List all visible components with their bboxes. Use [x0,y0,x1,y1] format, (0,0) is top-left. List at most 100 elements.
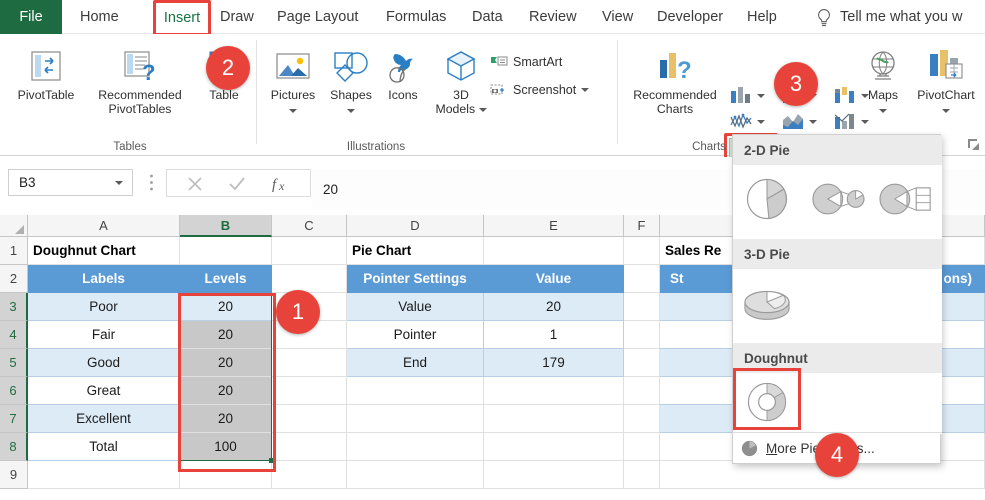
column-chart-button[interactable] [729,84,767,108]
pivottable-button[interactable]: PivotTable [8,48,84,102]
recommended-charts-button[interactable]: ? Recommended Charts [624,48,726,116]
cancel-x-icon[interactable] [185,174,205,194]
shapes-dropdown-caret[interactable] [347,109,355,114]
tell-me-search-box[interactable]: Tell me what you w [840,0,985,34]
bar-of-pie-chart-option[interactable] [875,173,937,227]
surface-chart-dropdown-caret[interactable] [861,120,869,124]
pictures-button[interactable]: Pictures [262,48,324,116]
cell-d1-pie-title[interactable]: Pie Chart [347,237,484,265]
cell-a1-doughnut-title[interactable]: Doughnut Chart [28,237,180,265]
cell-c2[interactable] [272,265,347,293]
row-header-7[interactable]: 7 [0,405,28,433]
cell-f1[interactable] [624,237,660,265]
cell-b3[interactable]: 20 [180,293,272,321]
tab-help[interactable]: Help [745,0,779,34]
cell-a4[interactable]: Fair [28,321,180,349]
fill-handle[interactable] [269,458,274,463]
area-chart-button[interactable] [781,110,819,134]
cell-f8[interactable] [624,433,660,461]
cell-b8[interactable]: 100 [180,433,272,461]
cell-d6[interactable] [347,377,484,405]
cell-d7[interactable] [347,405,484,433]
tab-developer[interactable]: Developer [655,0,725,34]
shapes-button[interactable]: Shapes [322,48,380,116]
select-all-corner[interactable] [0,215,28,237]
screenshot-dropdown-caret[interactable] [581,88,590,92]
cell-a3[interactable]: Poor [28,293,180,321]
cell-a8[interactable]: Total [28,433,180,461]
column-header-f[interactable]: F [624,215,660,237]
tab-formulas[interactable]: Formulas [384,0,448,34]
cell-b1[interactable] [180,237,272,265]
3d-models-button[interactable]: 3D Models [428,48,494,116]
icons-button[interactable]: Icons [378,48,428,102]
cell-b5[interactable]: 20 [180,349,272,377]
charts-dialog-launcher-icon[interactable] [967,138,981,152]
column-header-a[interactable]: A [28,215,180,237]
cell-e8[interactable] [484,433,624,461]
name-box-dropdown-caret[interactable] [115,181,123,185]
row-header-8[interactable]: 8 [0,433,28,461]
row-header-2[interactable]: 2 [0,265,28,293]
cell-b6[interactable]: 20 [180,377,272,405]
column-header-c[interactable]: C [272,215,347,237]
cell-e6[interactable] [484,377,624,405]
row-header-3[interactable]: 3 [0,293,28,321]
cell-b2-header-levels[interactable]: Levels [180,265,272,293]
maps-button[interactable]: Maps [856,48,910,116]
cell-e3[interactable]: 20 [484,293,624,321]
3d-models-dropdown-caret[interactable] [478,107,487,112]
cell-b4[interactable]: 20 [180,321,272,349]
cell-e9[interactable] [484,461,624,489]
cell-d2-header-pointer-settings[interactable]: Pointer Settings [347,265,484,293]
tab-view[interactable]: View [600,0,635,34]
maps-dropdown-caret[interactable] [879,109,887,114]
confirm-check-icon[interactable] [227,174,247,194]
line-chart-button[interactable] [729,110,767,134]
tab-review[interactable]: Review [527,0,579,34]
pivotchart-dropdown-caret[interactable] [942,109,950,114]
cell-a5[interactable]: Good [28,349,180,377]
cell-c5[interactable] [272,349,347,377]
cell-d5[interactable]: End [347,349,484,377]
screenshot-button[interactable]: Screenshot [490,82,590,98]
pictures-dropdown-caret[interactable] [289,109,297,114]
cell-a9[interactable] [28,461,180,489]
cell-f2[interactable] [624,265,660,293]
3d-pie-chart-option[interactable] [739,279,801,333]
cell-a2-header-labels[interactable]: Labels [28,265,180,293]
cell-e4[interactable]: 1 [484,321,624,349]
row-header-4[interactable]: 4 [0,321,28,349]
cell-e1[interactable] [484,237,624,265]
tab-insert[interactable]: Insert [156,1,208,34]
name-box[interactable]: B3 [8,169,133,196]
recommended-pivottables-button[interactable]: ? Recommended PivotTables [86,48,194,116]
row-header-5[interactable]: 5 [0,349,28,377]
line-chart-dropdown-caret[interactable] [757,120,765,124]
smartart-button[interactable]: SmartArt [490,54,562,70]
pie-of-pie-chart-option[interactable] [807,173,869,227]
area-chart-dropdown-caret[interactable] [809,120,817,124]
cell-c7[interactable] [272,405,347,433]
column-header-e[interactable]: E [484,215,624,237]
cell-d8[interactable] [347,433,484,461]
cell-f7[interactable] [624,405,660,433]
cell-f5[interactable] [624,349,660,377]
tab-data[interactable]: Data [470,0,505,34]
fx-icon[interactable]: f x [271,174,295,194]
cell-f3[interactable] [624,293,660,321]
cell-e7[interactable] [484,405,624,433]
cell-d9[interactable] [347,461,484,489]
pivotchart-button[interactable]: PivotChart [910,48,982,116]
column-header-b[interactable]: B [180,215,272,237]
cell-b9[interactable] [180,461,272,489]
cell-a6[interactable]: Great [28,377,180,405]
tab-file[interactable]: File [0,0,62,34]
tab-page-layout[interactable]: Page Layout [275,0,360,34]
cell-e5[interactable]: 179 [484,349,624,377]
cell-f6[interactable] [624,377,660,405]
cell-c1[interactable] [272,237,347,265]
cell-b7[interactable]: 20 [180,405,272,433]
cell-c9[interactable] [272,461,347,489]
cell-a7[interactable]: Excellent [28,405,180,433]
